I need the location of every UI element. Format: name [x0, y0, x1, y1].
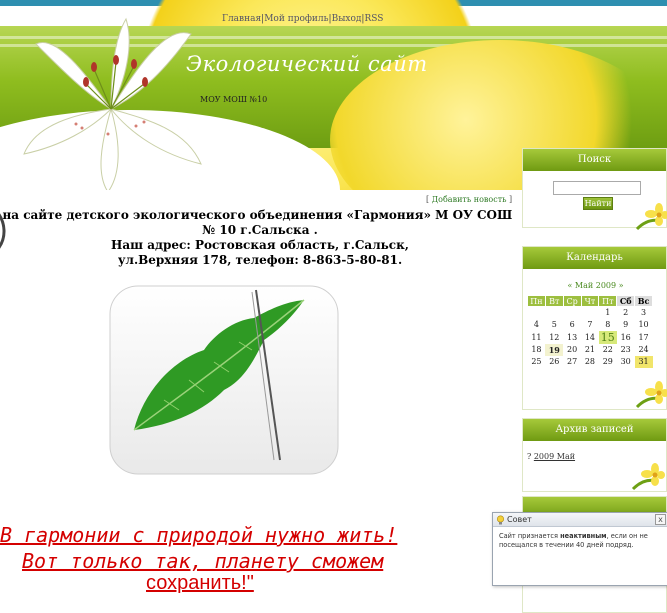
nav-rss-link[interactable]: RSS: [364, 14, 383, 24]
calendar-day[interactable]: 11: [528, 331, 546, 344]
tip-text-part: Сайт признается: [499, 532, 561, 540]
close-icon[interactable]: x: [655, 514, 666, 525]
calendar-day[interactable]: 27: [563, 356, 581, 368]
welcome-line: № 10 г.Сальска .: [202, 223, 318, 237]
welcome-line: тесь на сайте детского экологического об…: [0, 208, 513, 222]
calendar-day[interactable]: 31: [634, 355, 653, 368]
calendar-day[interactable]: 9: [617, 319, 635, 331]
leaf-violin-image: [109, 285, 339, 475]
nav-home-link[interactable]: Главная: [222, 14, 261, 24]
calendar-day[interactable]: 5: [545, 319, 563, 331]
site-subtitle: МОУ МОШ №10: [200, 95, 268, 104]
lily-flower-image: [23, 17, 202, 190]
calendar-day[interactable]: 14: [581, 331, 599, 344]
calendar-prev-link[interactable]: «: [567, 281, 572, 290]
yellow-flower-icon: [635, 203, 667, 231]
calendar-day[interactable]: 19: [545, 343, 564, 356]
calendar-weekday: Чт: [580, 295, 600, 307]
bullet-icon: ?: [527, 452, 532, 461]
calendar-weekday: Ср: [562, 295, 582, 307]
calendar-day[interactable]: 10: [635, 319, 653, 331]
nav-profile-link[interactable]: Мой профиль: [264, 14, 328, 24]
archive-item: ? 2009 Май: [527, 452, 575, 461]
calendar-empty-cell: [563, 307, 581, 319]
calendar-day[interactable]: 28: [581, 356, 599, 368]
calendar-day[interactable]: 24: [635, 344, 653, 356]
calendar-weekday: Вт: [544, 295, 564, 307]
calendar-day[interactable]: 6: [563, 319, 581, 331]
calendar-weekday: Пн: [527, 295, 546, 307]
lightbulb-icon: [496, 515, 505, 525]
calendar-day[interactable]: 29: [599, 356, 617, 368]
tip-popup: Совет x Сайт признается неактивным, если…: [492, 512, 667, 586]
calendar-day[interactable]: 30: [617, 356, 635, 368]
calendar-day[interactable]: 1: [599, 307, 617, 319]
calendar-day[interactable]: 18: [528, 344, 546, 356]
tip-popup-title: Совет: [507, 515, 532, 524]
calendar-weekday: Вс: [634, 295, 653, 307]
calendar-grid: Пн Вт Ср Чт Пт Сб Вс 1 2 3 4 5 6 7 8 9 10 11 12 13 14 15 16 17…: [527, 295, 653, 368]
nav-logout-link[interactable]: Выход: [332, 14, 362, 24]
calendar-day[interactable]: 13: [563, 331, 581, 344]
add-news-wrapper: [ Добавить новость ]: [426, 195, 513, 204]
calendar-month-label: Май 2009: [574, 281, 617, 290]
slogan-line: сохранить!": [146, 572, 254, 594]
search-widget: Поиск Найти: [522, 148, 667, 231]
calendar-day[interactable]: 23: [617, 344, 635, 356]
calendar-day[interactable]: 17: [635, 331, 653, 344]
tip-popup-header: Совет x: [493, 513, 667, 527]
site-title: Экологический сайт: [186, 52, 428, 76]
yellow-flower-icon: [635, 381, 667, 409]
calendar-day[interactable]: 7: [581, 319, 599, 331]
calendar-next-link[interactable]: »: [619, 281, 624, 290]
archive-widget: Архив записей ? 2009 Май: [522, 418, 667, 492]
calendar-day[interactable]: 16: [617, 331, 635, 344]
calendar-day[interactable]: 3: [635, 307, 653, 319]
slogan-line: В гармонии с природой нужно жить!: [0, 523, 398, 547]
calendar-week-row: 11 12 13 14 15 16 17: [528, 330, 653, 344]
address-line: Наш адрес: Ростовская область, г.Сальск,: [111, 238, 409, 252]
calendar-weekday-row: Пн Вт Ср Чт Пт Сб Вс: [527, 295, 653, 307]
address-line: ул.Верхняя 178, телефон: 8-863-5-80-81.: [117, 253, 403, 267]
calendar-day[interactable]: 12: [545, 331, 563, 344]
calendar-week-row: 18 19 20 21 22 23 24: [528, 343, 653, 356]
yellow-flower-icon: [631, 463, 665, 491]
calendar-weekday: Пт: [598, 295, 618, 307]
calendar-empty-cell: [545, 307, 563, 319]
calendar-day[interactable]: 25: [528, 356, 546, 368]
calendar-week-row: 123: [528, 307, 653, 319]
search-widget-title: Поиск: [523, 149, 666, 171]
calendar-day[interactable]: 21: [581, 344, 599, 356]
calendar-day[interactable]: 8: [599, 319, 617, 331]
calendar-day[interactable]: 15: [598, 330, 617, 344]
calendar-widget-title: Календарь: [523, 247, 666, 269]
archive-link[interactable]: 2009 Май: [534, 452, 575, 461]
add-news-link[interactable]: Добавить новость: [432, 195, 507, 204]
calendar-day[interactable]: 26: [545, 356, 563, 368]
top-navigation: Главная|Мой профиль|Выход|RSS: [222, 14, 383, 24]
calendar-day[interactable]: 20: [563, 344, 581, 356]
calendar-week-row: 25 26 27 28 29 30 31: [528, 355, 653, 368]
calendar-day[interactable]: 22: [599, 344, 617, 356]
calendar-empty-cell: [581, 307, 599, 319]
archive-widget-title: Архив записей: [523, 419, 666, 441]
calendar-week-row: 4 5 6 7 8 9 10: [528, 319, 653, 331]
calendar-empty-cell: [528, 307, 546, 319]
calendar-weekday: Сб: [616, 295, 636, 307]
search-input[interactable]: [553, 181, 641, 195]
welcome-text: тесь на сайте детского экологического об…: [0, 208, 520, 268]
calendar-widget: Календарь « Май 2009 » Пн Вт Ср Чт Пт Сб Вс 12…: [522, 246, 667, 410]
tip-popup-text: Сайт признается неактивным, если он не п…: [493, 527, 667, 550]
tip-text-bold: неактивным: [560, 532, 607, 540]
calendar-day[interactable]: 2: [617, 307, 635, 319]
calendar-month-nav: « Май 2009 »: [523, 281, 667, 290]
calendar-day[interactable]: 4: [528, 319, 546, 331]
search-button[interactable]: Найти: [583, 197, 613, 210]
